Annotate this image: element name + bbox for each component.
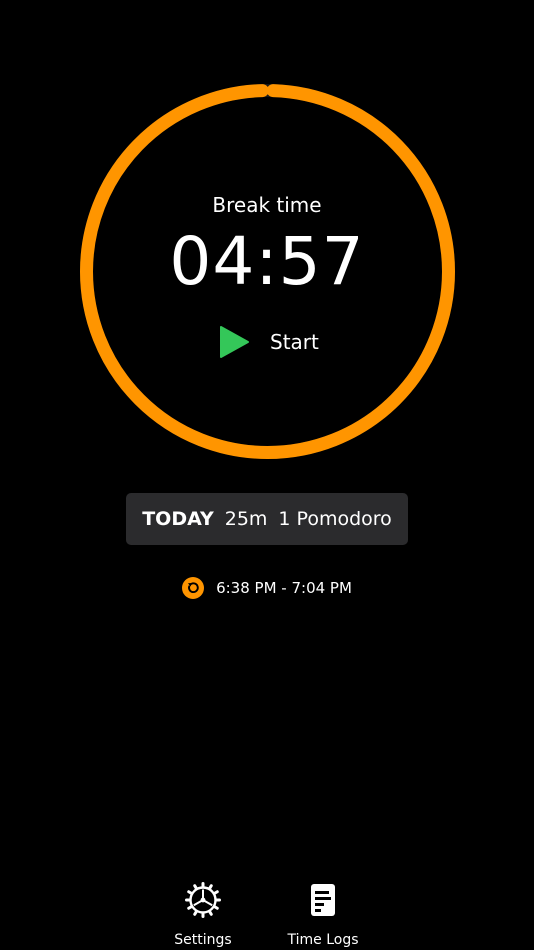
gear-tooth <box>187 905 193 910</box>
today-summary: TODAY 25m 1 Pomodoro <box>126 493 408 545</box>
tab-time-logs-label: Time Logs <box>287 932 359 948</box>
session-type-label: Break time <box>212 193 322 217</box>
gear-tooth <box>208 910 213 916</box>
gear-tooth <box>208 884 213 890</box>
tab-settings-label: Settings <box>174 932 232 948</box>
history-entry: 6:38 PM - 7:04 PM <box>0 576 534 600</box>
tab-settings[interactable]: Settings <box>148 876 258 950</box>
history-icon <box>182 577 205 599</box>
history-time-range: 6:38 PM - 7:04 PM <box>216 579 352 597</box>
countdown-display: 04:57 <box>169 223 365 300</box>
today-duration: 25m <box>224 508 268 530</box>
gear-tooth <box>193 910 198 916</box>
tab-time-logs[interactable]: Time Logs <box>268 876 378 950</box>
play-icon <box>220 326 249 358</box>
start-button[interactable]: Start <box>214 322 326 362</box>
gear-tooth <box>193 884 198 890</box>
gear-tooth <box>187 890 193 895</box>
gear-tooth <box>213 890 219 895</box>
start-button-label: Start <box>270 330 319 354</box>
gear-icon <box>185 882 221 918</box>
tab-bar: Settings Time Logs <box>0 876 534 950</box>
today-pomodoro-count: 1 Pomodoro <box>278 508 392 530</box>
gear-tooth <box>213 905 219 910</box>
today-label: TODAY <box>142 508 214 530</box>
document-icon <box>311 884 335 916</box>
